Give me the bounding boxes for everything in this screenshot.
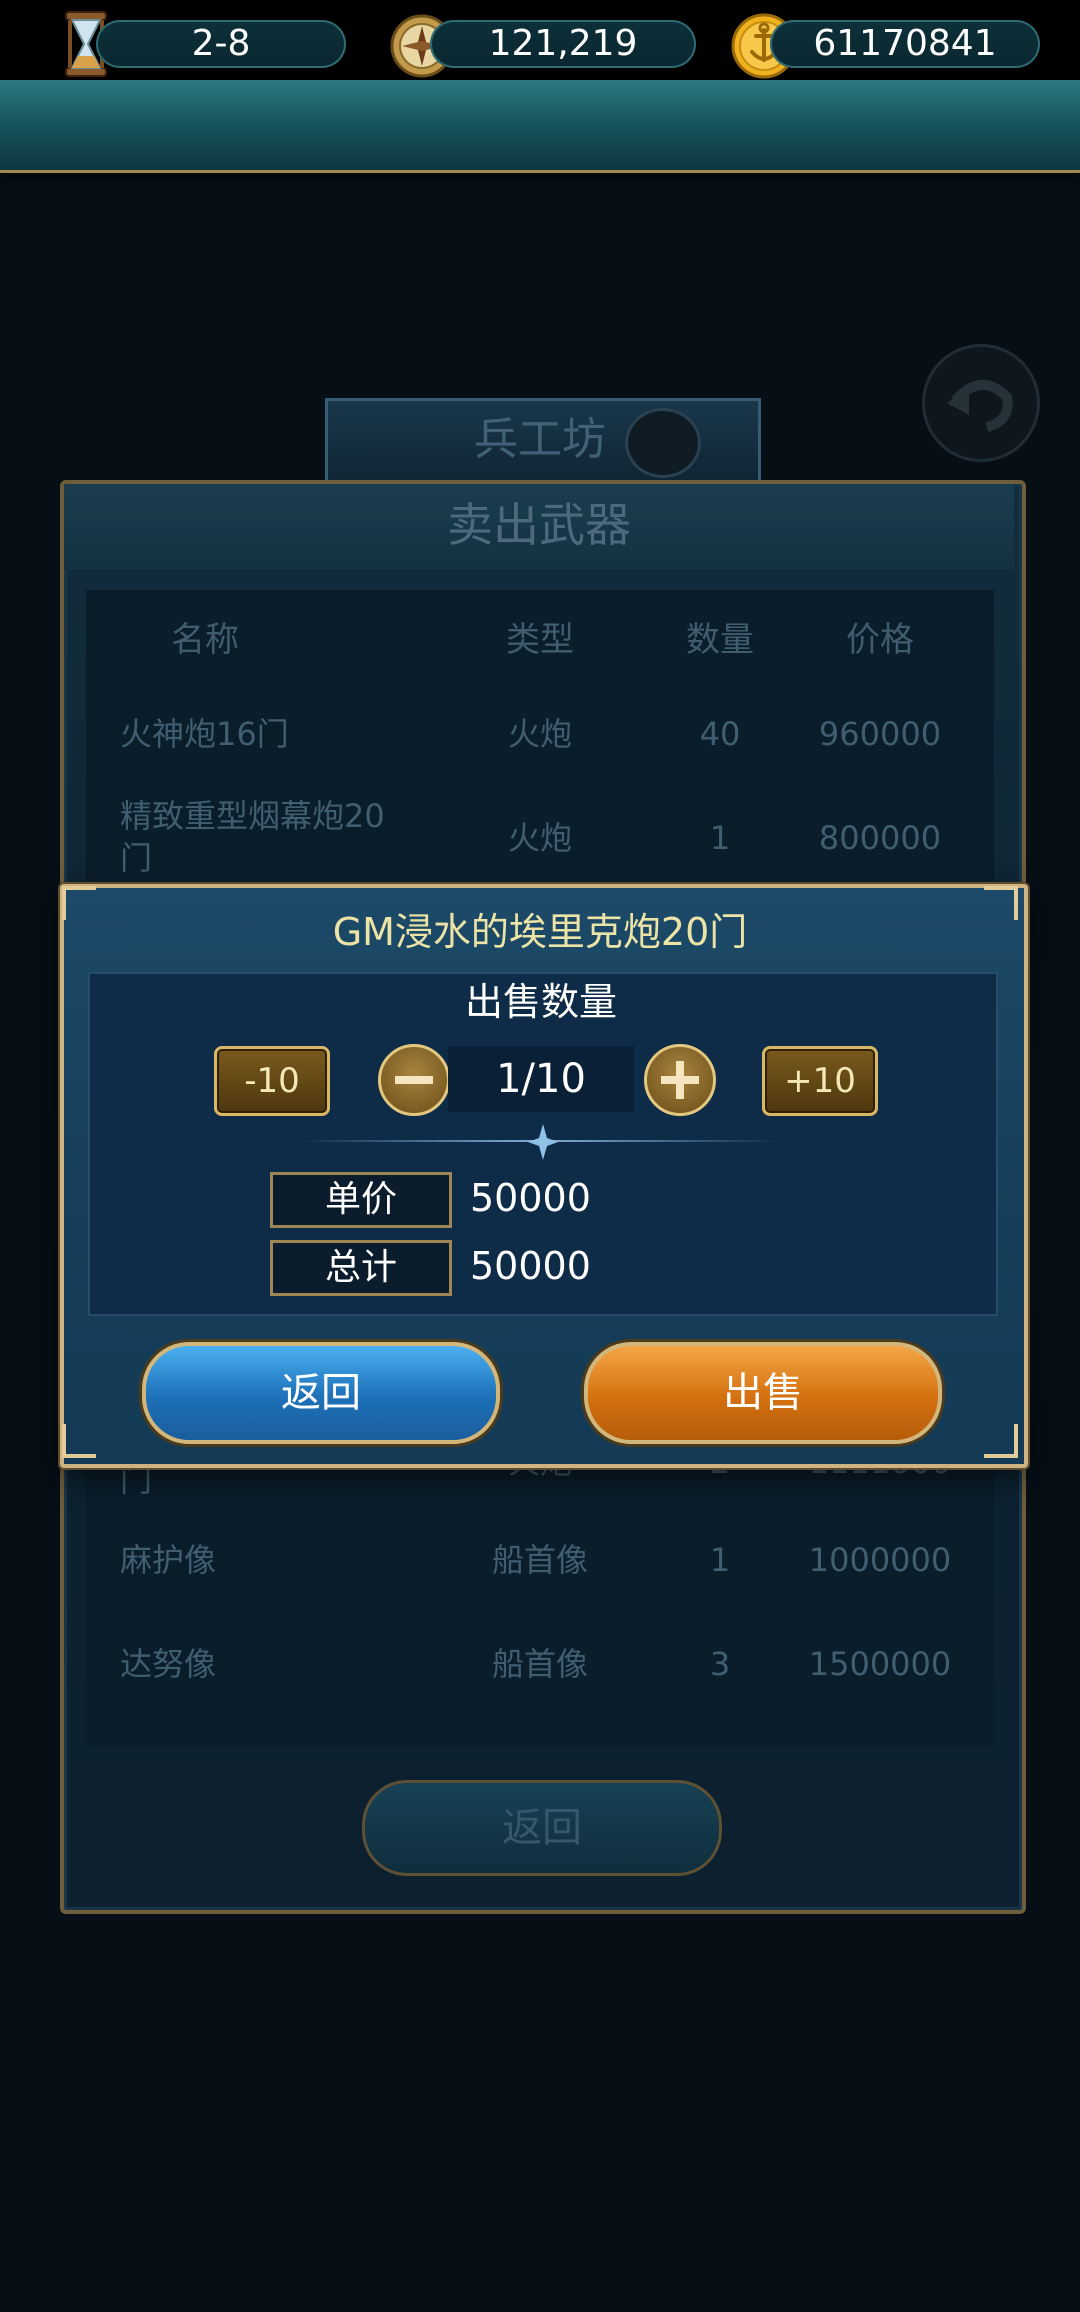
dialog-back-button[interactable]: 返回 <box>142 1342 500 1444</box>
stage-value: 2-8 <box>96 20 346 68</box>
gold-value: 61170841 <box>770 20 1040 68</box>
compass-value: 121,219 <box>430 20 696 68</box>
unit-price-value: 50000 <box>470 1176 591 1220</box>
unit-price-label: 单价 <box>270 1172 452 1228</box>
minus-ten-button[interactable]: -10 <box>214 1046 330 1116</box>
increment-button[interactable] <box>644 1044 716 1116</box>
sell-button[interactable]: 出售 <box>584 1342 942 1444</box>
total-value: 50000 <box>470 1244 591 1288</box>
dialog-corner-ornament <box>984 1424 1018 1458</box>
divider-ornament-icon <box>528 1124 558 1160</box>
resource-bar <box>0 80 1080 173</box>
dialog-corner-ornament <box>62 1424 96 1458</box>
minus-icon <box>395 1076 433 1084</box>
sell-quantity-label: 出售数量 <box>464 980 617 1024</box>
decrement-button[interactable] <box>378 1044 450 1116</box>
plus-icon <box>661 1061 699 1099</box>
total-label: 总计 <box>270 1240 452 1296</box>
dialog-item-title: GM浸水的埃里克炮20门 <box>332 910 748 954</box>
plus-ten-button[interactable]: +10 <box>762 1046 878 1116</box>
quantity-stepper-value[interactable]: 1/10 <box>448 1046 634 1112</box>
